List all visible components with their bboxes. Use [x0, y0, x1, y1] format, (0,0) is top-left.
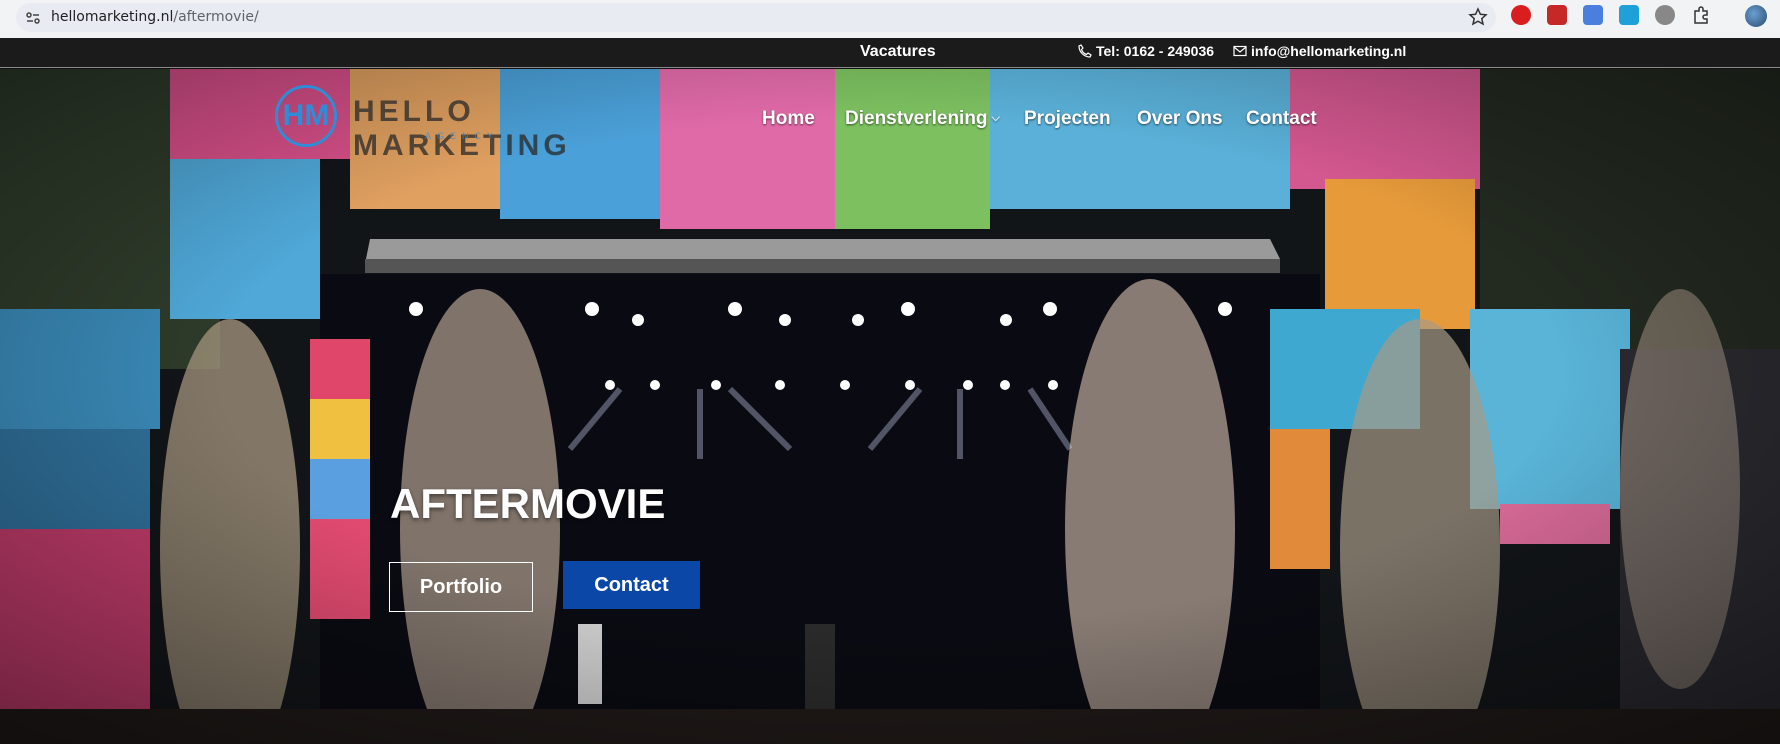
url-text: hellomarketing.nl/aftermovie/	[51, 9, 259, 25]
site-logo[interactable]: HM HELLO MARKETING AGENCY	[275, 85, 635, 162]
red-extension-icon[interactable]	[1547, 5, 1567, 25]
browser-toolbar: hellomarketing.nl/aftermovie/	[0, 0, 1780, 38]
opera-extension-icon[interactable]	[1511, 5, 1531, 25]
nav-over-ons[interactable]: Over Ons	[1137, 108, 1223, 130]
bookmark-star-icon[interactable]	[1468, 7, 1488, 27]
phone-link[interactable]: Tel: 0162 - 249036	[1078, 43, 1214, 59]
page-title: AFTERMOVIE	[390, 480, 666, 527]
phone-icon	[1078, 44, 1092, 58]
logo-subtitle: AGENCY	[425, 131, 500, 141]
portfolio-button[interactable]: Portfolio	[389, 562, 533, 612]
nav-contact[interactable]: Contact	[1246, 108, 1317, 130]
email-text: info@hellomarketing.nl	[1251, 43, 1407, 59]
translate-extension-icon[interactable]	[1583, 5, 1603, 25]
mail-icon	[1233, 45, 1247, 57]
chevron-down-icon: ⌵	[991, 112, 1000, 125]
festival-stage-background-image	[0, 69, 1780, 744]
globe-extension-icon[interactable]	[1655, 5, 1675, 25]
hero-section	[0, 69, 1780, 744]
phone-text: Tel: 0162 - 249036	[1096, 43, 1215, 59]
nav-projecten[interactable]: Projecten	[1024, 108, 1111, 130]
contact-button[interactable]: Contact	[563, 561, 700, 609]
site-info-icon[interactable]	[24, 9, 42, 27]
nav-dienstverlening-label: Dienstverlening	[845, 108, 988, 129]
url-path: /aftermovie/	[173, 9, 259, 25]
nav-dienstverlening[interactable]: Dienstverlening ⌵	[845, 108, 1000, 130]
logo-mark-icon: HM	[275, 85, 337, 147]
logo-name: HELLO MARKETING	[353, 95, 571, 162]
url-host: hellomarketing.nl	[51, 9, 174, 25]
address-bar[interactable]: hellomarketing.nl/aftermovie/	[16, 3, 1496, 32]
top-info-bar: Vacatures Tel: 0162 - 249036 info@hellom…	[0, 38, 1780, 68]
nav-home[interactable]: Home	[762, 108, 815, 130]
profile-avatar[interactable]	[1745, 5, 1767, 27]
email-link[interactable]: info@hellomarketing.nl	[1233, 43, 1406, 59]
puzzle-extensions-icon[interactable]	[1691, 5, 1711, 25]
m-extension-icon[interactable]	[1619, 5, 1639, 25]
vacatures-link[interactable]: Vacatures	[860, 43, 936, 61]
